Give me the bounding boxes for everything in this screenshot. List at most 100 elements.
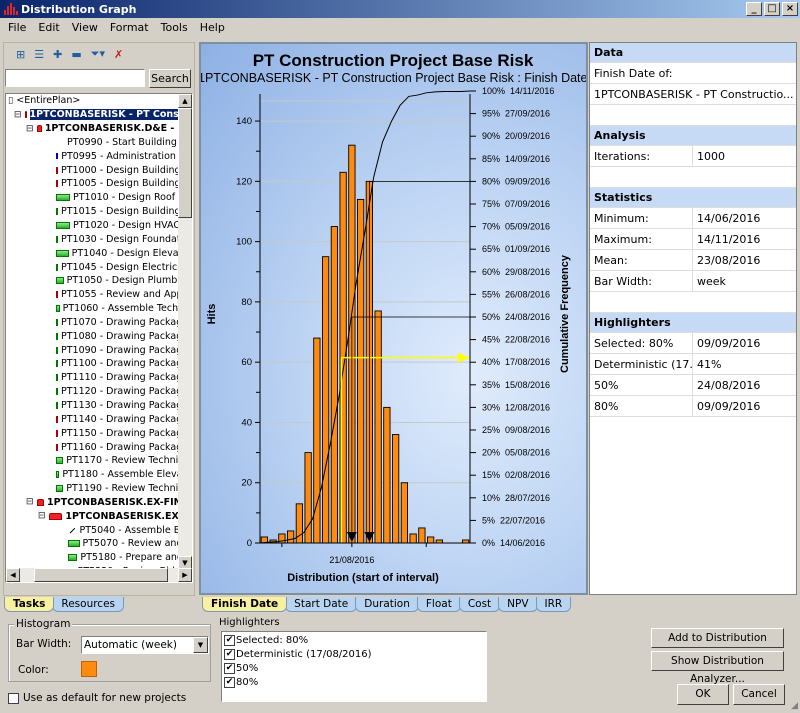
menu-view[interactable]: View [66,21,104,34]
tab-float[interactable]: Float [416,597,461,612]
tree-item-label: PT1140 - Drawing Packages [61,413,193,425]
chevron-down-icon[interactable]: ▼ [193,637,208,653]
collapse-icon[interactable]: ⊟ [26,497,34,507]
checkbox-checked-icon[interactable]: ✔ [224,648,235,660]
show-distribution-analyzer-button[interactable]: Show Distribution Analyzer... [651,651,784,685]
scroll-right-icon[interactable]: ▶ [178,568,192,582]
distribution-chart-panel: PT Construction Project Base Risk 1PTCON… [199,42,588,595]
tree-item[interactable]: PT1130 - Drawing Packages [6,399,192,413]
tree-item[interactable]: PT5180 - Prepare and S [6,551,192,565]
tree-item[interactable]: PT1010 - Design Roof [6,191,192,205]
search-button[interactable]: Search [149,69,191,88]
cumulative-pct: 65% [482,244,500,254]
menu-file[interactable]: File [2,21,32,34]
tree-item[interactable]: PT1110 - Drawing Packages [6,371,192,385]
tree-item-label: PT0995 - Administration for [61,150,192,162]
highlighter-row: 50% 24/08/2016 [590,375,796,396]
tree-item[interactable]: PT1005 - Design Building St [6,177,192,191]
tab-resources[interactable]: Resources [52,597,125,612]
tree-item[interactable]: PT1000 - Design Building St [6,163,192,177]
menu-format[interactable]: Format [104,21,155,34]
statistics-section-header: Statistics [590,188,796,208]
tab-start-date[interactable]: Start Date [285,597,358,612]
tree-item[interactable]: PT1190 - Review Technical [6,482,192,496]
bar-width-select[interactable]: Automatic (week) ▼ [81,636,209,654]
tab-cost[interactable]: Cost [458,597,501,612]
tree-item[interactable]: PT0995 - Administration for [6,149,192,163]
tab-duration[interactable]: Duration [355,597,419,612]
tree-item[interactable]: ▯ <EntirePlan> [6,94,192,108]
tree-item[interactable]: PT1020 - Design HVAC [6,219,192,233]
show-hierarchy-icon[interactable]: ⊞ [16,48,25,61]
tab-tasks[interactable]: Tasks [4,597,55,612]
tree-item[interactable]: PT1150 - Drawing Packages [6,426,192,440]
close-button[interactable]: × [782,2,798,16]
tree-item[interactable]: PT1120 - Drawing Packages [6,385,192,399]
filter-icon[interactable]: ⏷▾ [91,47,105,61]
tab-npv[interactable]: NPV [498,597,538,612]
clear-filter-icon[interactable]: ✗ [114,48,123,61]
tree-item[interactable]: PT1045 - Design Electrical/L [6,260,192,274]
add-to-distribution-analyzer-button[interactable]: Add to Distribution Analyzer [651,628,784,662]
collapse-all-icon[interactable]: ▬ [71,48,81,61]
h-scroll-thumb[interactable] [34,568,168,582]
highlighter-option[interactable]: ✔ 50% [224,661,484,675]
menu-tools[interactable]: Tools [155,21,194,34]
task-icon [56,222,70,230]
expand-all-icon[interactable]: ✚ [53,48,62,61]
tree-item[interactable]: PT1080 - Drawing Packages [6,329,192,343]
tree-item[interactable]: PT1170 - Review Technical [6,454,192,468]
tree-horizontal-scrollbar[interactable]: ◀ ▶ [6,568,192,582]
tree-item[interactable]: PT5070 - Review and A [6,537,192,551]
tree-item[interactable]: PT0990 - Start Building Con [6,136,192,150]
stat-row: Minimum: 14/06/2016 [590,208,796,229]
collapse-icon[interactable]: ⊟ [38,511,46,521]
tree-item[interactable]: PT1015 - Design Building St [6,205,192,219]
tab-irr[interactable]: IRR [535,597,572,612]
tree-item[interactable]: PT1140 - Drawing Packages [6,412,192,426]
scroll-thumb[interactable] [178,108,192,218]
cancel-button[interactable]: Cancel [733,684,785,705]
scroll-left-icon[interactable]: ◀ [6,568,20,582]
tree-item-label: PT1005 - Design Building St [61,178,193,190]
minimize-button[interactable]: _ [746,2,762,16]
menu-help[interactable]: Help [194,21,231,34]
menu-edit[interactable]: Edit [32,21,65,34]
tree-item[interactable]: ⊟ 1PTCONBASERISK.EX-FINIS [6,495,192,509]
collapse-icon[interactable]: ⊟ [26,124,34,134]
use-as-default-option[interactable]: Use as default for new projects [8,692,186,704]
tree-item[interactable]: ⊟ 1PTCONBASERISK.D&E - De [6,122,192,136]
tree-item[interactable]: PT1050 - Design Plumbing [6,274,192,288]
highlighter-option[interactable]: ✔ Selected: 80% [224,633,484,647]
use-as-default-checkbox[interactable] [8,692,19,704]
maximize-button[interactable]: □ [764,2,780,16]
tree-item[interactable]: PT1060 - Assemble Technic [6,302,192,316]
tree-item[interactable]: PT5040 - Assemble Bric [6,523,192,537]
checkbox-checked-icon[interactable]: ✔ [224,634,235,646]
search-input[interactable] [5,69,145,87]
histogram-bar [391,434,400,544]
tree-item[interactable]: PT1090 - Drawing Packages [6,343,192,357]
checkbox-checked-icon[interactable]: ✔ [224,676,235,688]
tree-item[interactable]: PT1070 - Drawing Packages [6,316,192,330]
tab-finish-date[interactable]: Finish Date [202,597,288,612]
tree-item[interactable]: PT1180 - Assemble Elevato [6,468,192,482]
highlighter-option[interactable]: ✔ 80% [224,675,484,689]
bar-color-swatch[interactable] [81,661,97,677]
highlighter-option[interactable]: ✔ Deterministic (17/08/2016) [224,647,484,661]
ok-button[interactable]: OK [677,684,729,705]
tree-item[interactable]: PT1040 - Design Elevator [6,246,192,260]
show-list-icon[interactable]: ☰ [34,48,44,61]
collapse-icon[interactable]: ⊟ [14,110,22,120]
tree-item[interactable]: ⊟ 1PTCONBASERISK.EX-FI [6,509,192,523]
tree-item[interactable]: PT1055 - Review and Appro [6,288,192,302]
tree-vertical-scrollbar[interactable]: ▲ ▼ [178,94,192,570]
resize-grip-icon[interactable]: ◢ [791,701,798,711]
scroll-up-icon[interactable]: ▲ [178,94,192,108]
tree-item[interactable]: ⊟ 1PTCONBASERISK - PT Constru [6,108,192,122]
checkbox-checked-icon[interactable]: ✔ [224,662,235,674]
tree-item[interactable]: PT1100 - Drawing Packages [6,357,192,371]
histogram-bar [418,527,426,544]
tree-item[interactable]: PT1030 - Design Foundation [6,232,192,246]
tree-item[interactable]: PT1160 - Drawing Packages [6,440,192,454]
